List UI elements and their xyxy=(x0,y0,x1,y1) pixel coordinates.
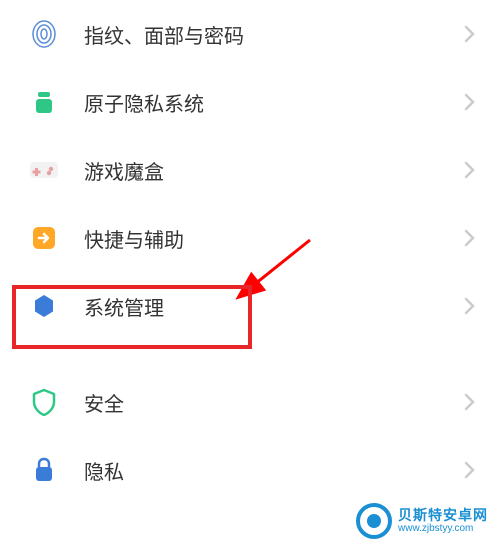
settings-item-shortcut-aux[interactable]: 快捷与辅助 xyxy=(0,204,500,272)
watermark: 贝斯特安卓网 www.zjbstyy.com xyxy=(356,503,488,539)
arrow-right-icon xyxy=(28,222,60,254)
settings-item-security[interactable]: 安全 xyxy=(0,368,500,436)
fingerprint-icon xyxy=(28,18,60,50)
item-label: 游戏魔盒 xyxy=(84,156,464,185)
settings-list: 指纹、面部与密码 原子隐私系统 游戏魔盒 xyxy=(0,0,500,504)
settings-item-atom-privacy[interactable]: 原子隐私系统 xyxy=(0,68,500,136)
settings-item-privacy[interactable]: 隐私 xyxy=(0,436,500,504)
settings-item-biometric[interactable]: 指纹、面部与密码 xyxy=(0,0,500,68)
lock-icon xyxy=(28,454,60,486)
atom-privacy-icon xyxy=(28,86,60,118)
item-label: 系统管理 xyxy=(84,292,464,321)
settings-item-game-box[interactable]: 游戏魔盒 xyxy=(0,136,500,204)
item-label: 快捷与辅助 xyxy=(84,224,464,253)
chevron-right-icon xyxy=(464,93,476,111)
chevron-right-icon xyxy=(464,229,476,247)
item-label: 隐私 xyxy=(84,456,464,485)
gamepad-icon xyxy=(28,154,60,186)
chevron-right-icon xyxy=(464,393,476,411)
item-label: 指纹、面部与密码 xyxy=(84,20,464,49)
watermark-text: 贝斯特安卓网 www.zjbstyy.com xyxy=(398,508,488,534)
chevron-right-icon xyxy=(464,25,476,43)
watermark-logo-icon xyxy=(356,503,392,539)
settings-item-system-mgmt[interactable]: 系统管理 xyxy=(0,272,500,340)
shield-icon xyxy=(28,386,60,418)
hexagon-icon xyxy=(28,290,60,322)
section-divider xyxy=(0,340,500,368)
item-label: 安全 xyxy=(84,388,464,417)
chevron-right-icon xyxy=(464,161,476,179)
watermark-title: 贝斯特安卓网 xyxy=(398,508,488,523)
chevron-right-icon xyxy=(464,297,476,315)
chevron-right-icon xyxy=(464,461,476,479)
item-label: 原子隐私系统 xyxy=(84,88,464,117)
watermark-url: www.zjbstyy.com xyxy=(398,523,488,534)
